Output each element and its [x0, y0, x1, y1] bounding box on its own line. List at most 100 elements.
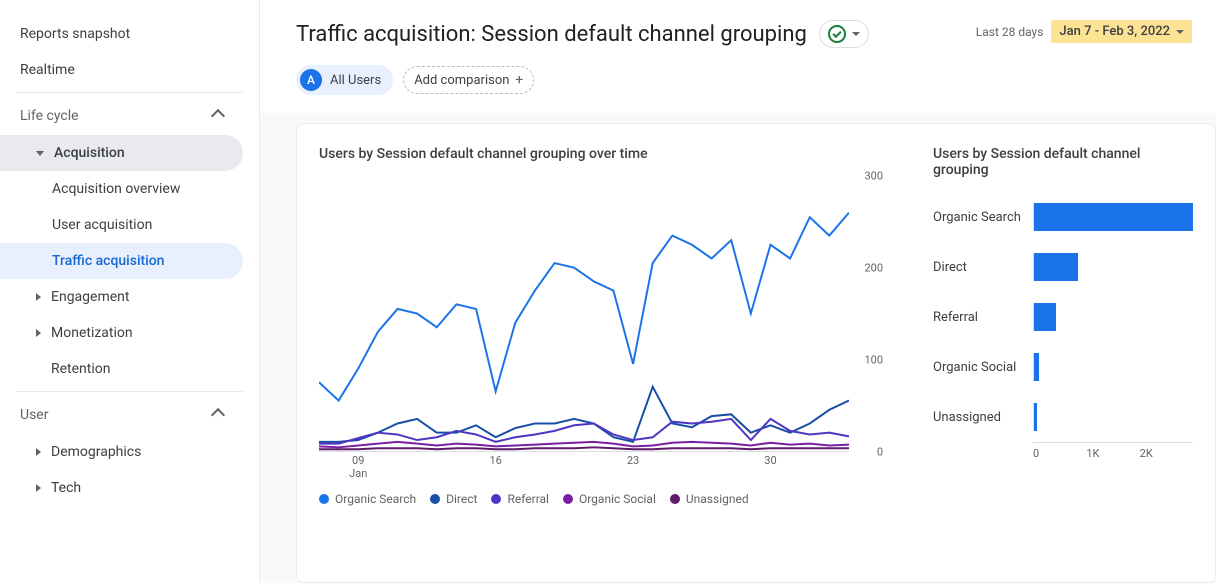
- sidebar-item-realtime[interactable]: Realtime: [0, 52, 243, 88]
- legend-label: Referral: [507, 492, 549, 506]
- bar-fill: [1034, 303, 1056, 331]
- x-tick: 09Jan: [349, 454, 367, 480]
- sidebar-item-label: Demographics: [51, 444, 141, 460]
- bar-track: [1033, 253, 1193, 281]
- y-tick: 100: [864, 354, 883, 367]
- add-comparison-button[interactable]: Add comparison +: [403, 66, 534, 94]
- legend-dot-icon: [319, 494, 329, 504]
- y-tick: 0: [877, 446, 883, 459]
- sidebar-item-label: Acquisition: [54, 145, 125, 161]
- sidebar-item-traffic-acquisition[interactable]: Traffic acquisition: [0, 243, 243, 279]
- x-tick: 1K: [1086, 447, 1139, 460]
- divider: [16, 92, 243, 93]
- bar-row: Organic Social: [933, 342, 1193, 392]
- x-tick: 16: [489, 454, 501, 467]
- chevron-down-icon: [852, 32, 860, 36]
- sidebar-item-acquisition[interactable]: Acquisition: [0, 135, 243, 171]
- legend-dot-icon: [430, 494, 440, 504]
- y-tick: 200: [864, 262, 883, 275]
- chart-title: Users by Session default channel groupin…: [319, 146, 883, 162]
- legend-item[interactable]: Direct: [430, 492, 477, 506]
- line-plot: [319, 176, 849, 452]
- chip-all-users[interactable]: A All Users: [296, 65, 393, 95]
- bar-chart: Users by Session default channel groupin…: [933, 146, 1193, 564]
- sidebar-item-user-acquisition[interactable]: User acquisition: [0, 207, 243, 243]
- bar-label: Unassigned: [933, 410, 1033, 425]
- sidebar-section-life-cycle[interactable]: Life cycle: [0, 97, 243, 135]
- y-axis: 0100200300: [853, 176, 883, 452]
- bar-label: Organic Search: [933, 210, 1033, 225]
- arrow-right-icon: [36, 448, 41, 456]
- chevron-down-icon: [1176, 30, 1184, 34]
- sidebar-item-retention[interactable]: Retention: [0, 351, 243, 387]
- legend-label: Unassigned: [686, 492, 749, 506]
- chevron-up-icon: [213, 406, 223, 424]
- bar-row: Direct: [933, 242, 1193, 292]
- chart-title: Users by Session default channel groupin…: [933, 146, 1193, 178]
- x-axis: 01K2K: [1033, 442, 1193, 460]
- legend: Organic Search Direct Referral Organic Soci…: [319, 492, 883, 506]
- arrow-right-icon: [36, 293, 41, 301]
- sidebar-item-label: Tech: [51, 480, 81, 496]
- plus-icon: +: [515, 72, 523, 88]
- legend-item[interactable]: Referral: [491, 492, 549, 506]
- legend-item[interactable]: Organic Social: [563, 492, 656, 506]
- sidebar-item-acquisition-overview[interactable]: Acquisition overview: [0, 171, 243, 207]
- line-chart: Users by Session default channel groupin…: [319, 146, 883, 564]
- y-tick: 300: [864, 170, 883, 183]
- bar-fill: [1034, 353, 1039, 381]
- bar-label: Organic Social: [933, 360, 1033, 375]
- legend-dot-icon: [491, 494, 501, 504]
- arrow-right-icon: [36, 484, 41, 492]
- chip-label: All Users: [330, 73, 381, 88]
- legend-dot-icon: [670, 494, 680, 504]
- comparison-chips: A All Users Add comparison +: [260, 65, 1216, 113]
- bar-fill: [1034, 403, 1037, 431]
- sidebar-section-label: User: [20, 407, 48, 423]
- chart-card: Users by Session default channel groupin…: [296, 123, 1216, 583]
- bar-fill: [1034, 203, 1193, 231]
- bar-track: [1033, 403, 1193, 431]
- arrow-down-icon: [36, 151, 44, 156]
- bar-track: [1033, 203, 1193, 231]
- main: Traffic acquisition: Session default cha…: [260, 0, 1216, 583]
- sidebar-item-reports-snapshot[interactable]: Reports snapshot: [0, 16, 243, 52]
- date-range-picker[interactable]: Jan 7 - Feb 3, 2022: [1051, 20, 1192, 43]
- bar-label: Referral: [933, 310, 1033, 325]
- legend-dot-icon: [563, 494, 573, 504]
- legend-item[interactable]: Organic Search: [319, 492, 416, 506]
- sidebar-section-user[interactable]: User: [0, 396, 243, 434]
- sidebar-item-demographics[interactable]: Demographics: [0, 434, 243, 470]
- check-circle-icon: [828, 25, 846, 43]
- status-dropdown[interactable]: [819, 20, 869, 48]
- legend-item[interactable]: Unassigned: [670, 492, 749, 506]
- sidebar-item-label: Retention: [51, 361, 111, 377]
- divider: [16, 391, 243, 392]
- legend-label: Organic Search: [335, 492, 416, 506]
- bar-track: [1033, 303, 1193, 331]
- topbar: Traffic acquisition: Session default cha…: [260, 0, 1216, 65]
- x-tick: 2K: [1140, 447, 1193, 460]
- arrow-right-icon: [36, 329, 41, 337]
- chip-badge: A: [300, 69, 322, 91]
- bar-fill: [1034, 253, 1078, 281]
- sidebar-item-engagement[interactable]: Engagement: [0, 279, 243, 315]
- sidebar-item-monetization[interactable]: Monetization: [0, 315, 243, 351]
- bar-row: Referral: [933, 292, 1193, 342]
- legend-label: Direct: [446, 492, 477, 506]
- legend-label: Organic Social: [579, 492, 656, 506]
- date-preset-label: Last 28 days: [976, 25, 1044, 39]
- x-tick: 30: [764, 454, 776, 467]
- bar-row: Unassigned: [933, 392, 1193, 442]
- page-title: Traffic acquisition: Session default cha…: [296, 22, 807, 47]
- sidebar-section-label: Life cycle: [20, 108, 79, 124]
- bar-track: [1033, 353, 1193, 381]
- chip-label: Add comparison: [414, 73, 509, 88]
- sidebar: Reports snapshot Realtime Life cycle Acq…: [0, 0, 260, 583]
- x-tick: 0: [1033, 447, 1086, 460]
- x-axis: 09Jan162330: [319, 452, 849, 476]
- bar-label: Direct: [933, 260, 1033, 275]
- x-tick: 23: [627, 454, 639, 467]
- sidebar-item-tech[interactable]: Tech: [0, 470, 243, 506]
- chevron-up-icon: [213, 107, 223, 125]
